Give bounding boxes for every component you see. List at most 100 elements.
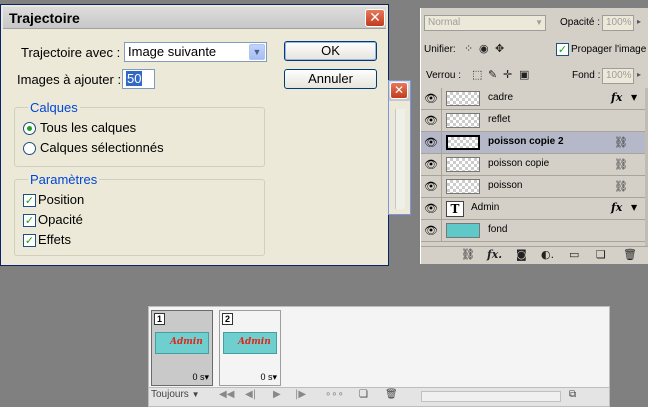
animation-frame[interactable]: 2 Admin 0 s▾ [219, 310, 281, 386]
eye-icon[interactable]: 👁 [423, 157, 439, 172]
layer-name: fond [488, 224, 508, 235]
unify-visibility-icon[interactable]: ◉ [479, 42, 489, 55]
frame-thumbnail-text: Admin [170, 337, 203, 347]
all-layers-radio-row[interactable]: Tous les calques [23, 120, 263, 138]
lock-all-icon[interactable]: ▣ [519, 68, 529, 81]
previous-frame-icon[interactable]: ◀| [245, 389, 256, 400]
layer-row[interactable]: 👁 fond [421, 220, 645, 242]
cancel-button[interactable]: Annuler [284, 69, 377, 89]
opacity-check-row[interactable]: ✓ Opacité [23, 212, 143, 230]
fx-icon[interactable]: fx. [487, 248, 502, 261]
close-icon[interactable]: ✕ [390, 82, 408, 99]
fill-field[interactable]: 100% [602, 68, 634, 84]
layer-name: poisson copie 2 [488, 136, 564, 147]
link-icon[interactable]: ⛓ [614, 158, 628, 171]
new-layer-icon[interactable]: ❏ [596, 248, 606, 261]
opacity-checkbox[interactable]: ✓ [23, 214, 36, 227]
blend-mode-select[interactable]: Normal ▼ [424, 15, 546, 31]
link-icon[interactable]: ⛓ [614, 136, 628, 149]
lock-pixels-icon[interactable]: ✎ [488, 68, 497, 81]
opacity-field[interactable]: 100% [602, 15, 634, 31]
layer-row[interactable]: 👁 poisson copie ⛓ [421, 154, 645, 176]
position-check-row[interactable]: ✓ Position [23, 192, 143, 210]
link-icon[interactable]: ⛓ [614, 180, 628, 193]
fx-icon[interactable]: fx [611, 201, 622, 214]
divider [441, 110, 442, 131]
chevron-down-icon: ▼ [191, 390, 200, 399]
dialog-title-bar[interactable]: Trajectoire ✕ [3, 7, 386, 29]
trajectory-with-select[interactable]: Image suivante ▼ [124, 42, 267, 62]
frame-delay[interactable]: 0 s▾ [192, 372, 209, 383]
eye-icon[interactable]: 👁 [423, 223, 439, 238]
eye-icon[interactable]: 👁 [423, 113, 439, 128]
animation-panel: 1 Admin 0 s▾ 2 Admin 0 s▾ Toujours ▼ ◀◀ … [148, 306, 610, 407]
selected-layers-radio[interactable] [23, 142, 36, 155]
blend-mode-value: Normal [428, 17, 461, 28]
layer-row[interactable]: 👁 T Admin fx ▼ [421, 198, 645, 220]
lock-transparency-icon[interactable]: ⬚ [472, 68, 482, 81]
trash-icon[interactable]: 🗑 [623, 248, 637, 261]
all-layers-radio[interactable] [23, 122, 36, 135]
layer-name: cadre [488, 92, 514, 103]
layer-row[interactable]: 👁 poisson ⛓ [421, 176, 645, 198]
trash-icon[interactable]: 🗑 [385, 389, 398, 400]
fx-icon[interactable]: fx [611, 91, 622, 104]
propagate-checkbox[interactable]: ✓ [556, 43, 569, 56]
unify-label: Unifier: [424, 44, 456, 55]
trajectory-with-value: Image suivante [128, 44, 217, 59]
duplicate-frame-icon[interactable]: ❏ [359, 389, 368, 400]
add-mask-icon[interactable]: ◙ [516, 248, 527, 261]
chevron-down-icon[interactable]: ▼ [631, 203, 637, 212]
text-layer-icon: T [446, 201, 464, 217]
horizontal-scrollbar[interactable] [421, 391, 561, 402]
next-frame-icon[interactable]: |▶ [295, 389, 306, 400]
effects-checkbox[interactable]: ✓ [23, 234, 36, 247]
divider [441, 88, 442, 109]
eye-icon[interactable]: 👁 [423, 201, 439, 216]
ok-button[interactable]: OK [284, 41, 377, 61]
layer-thumbnail [446, 135, 480, 150]
selected-layers-radio-row[interactable]: Calques sélectionnés [23, 140, 263, 158]
frames-to-add-value: 50 [126, 71, 143, 86]
layers-bottom-toolbar: ⛓ fx. ◙ ◐. ▭ ❏ 🗑 [421, 246, 648, 264]
frame-number: 1 [154, 313, 165, 325]
layers-panel: Normal ▼ Opacité : 100% ▸ Unifier: ⁘ ◉ ✥… [420, 8, 648, 264]
palette-toggle-icon[interactable]: ⧉ [569, 389, 576, 400]
loop-select[interactable]: Toujours ▼ [151, 389, 211, 404]
frames-to-add-input[interactable]: 50 [122, 69, 155, 89]
lock-position-icon[interactable]: ✛ [503, 68, 512, 81]
tween-icon[interactable]: ∘∘∘ [325, 389, 344, 400]
layer-thumbnail [446, 223, 480, 238]
divider [441, 176, 442, 197]
layer-row-selected[interactable]: 👁 poisson copie 2 ⛓ [421, 132, 645, 154]
background-window-scrollbar[interactable] [395, 109, 405, 209]
fill-arrow-icon[interactable]: ▸ [637, 70, 641, 79]
eye-icon[interactable]: 👁 [423, 91, 439, 106]
background-window-title-bar[interactable]: ✕ [389, 81, 410, 101]
animation-frame[interactable]: 1 Admin 0 s▾ [151, 310, 213, 386]
layer-row[interactable]: 👁 cadre fx ▼ [421, 88, 645, 110]
unify-style-icon[interactable]: ✥ [495, 42, 504, 55]
effects-check-row[interactable]: ✓ Effets [23, 232, 143, 250]
layer-name: reflet [488, 114, 511, 125]
first-frame-icon[interactable]: ◀◀ [219, 389, 234, 400]
divider [441, 220, 442, 241]
frame-delay[interactable]: 0 s▾ [260, 372, 277, 383]
unify-position-icon[interactable]: ⁘ [464, 42, 473, 55]
opacity-arrow-icon[interactable]: ▸ [637, 17, 641, 26]
layer-name: poisson copie [488, 158, 550, 169]
position-checkbox[interactable]: ✓ [23, 194, 36, 207]
layer-thumbnail [446, 91, 480, 106]
eye-icon[interactable]: 👁 [423, 179, 439, 194]
eye-icon[interactable]: 👁 [423, 135, 439, 150]
fill-value: 100% [606, 70, 632, 81]
frame-thumbnail: Admin [223, 332, 277, 354]
play-icon[interactable]: ▶ [273, 389, 281, 400]
layer-row[interactable]: 👁 reflet [421, 110, 645, 132]
chevron-down-icon[interactable]: ▼ [631, 93, 637, 102]
dialog-close-icon[interactable]: ✕ [365, 9, 385, 27]
link-layers-icon[interactable]: ⛓ [461, 248, 475, 261]
adjustment-layer-icon[interactable]: ◐. [541, 248, 554, 261]
new-group-icon[interactable]: ▭ [569, 248, 579, 261]
divider [441, 198, 442, 219]
